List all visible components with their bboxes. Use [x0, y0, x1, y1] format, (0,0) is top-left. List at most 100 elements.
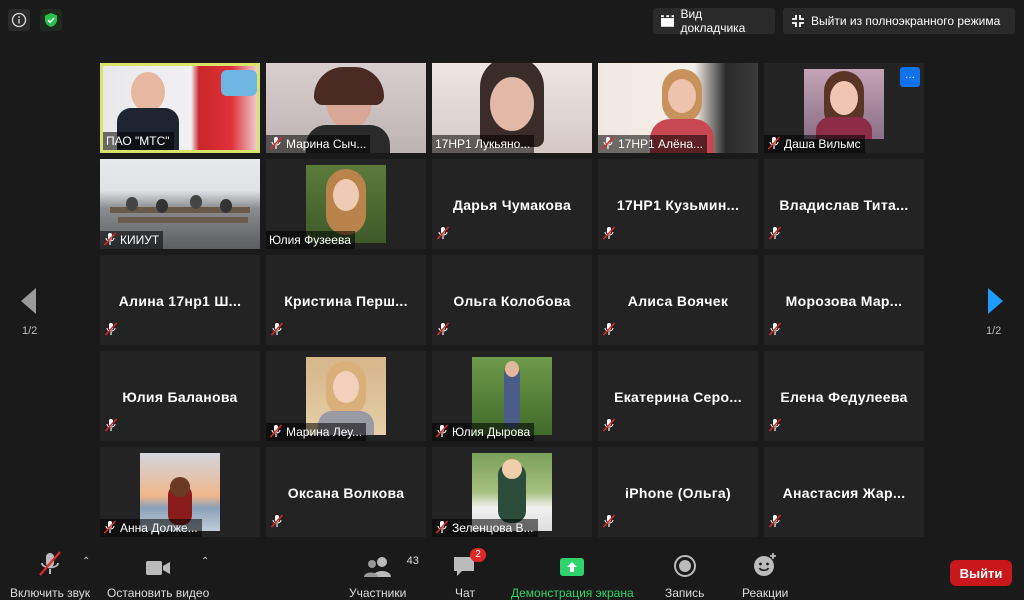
mic-muted-icon	[269, 135, 283, 153]
next-page-arrow-icon[interactable]	[986, 286, 1006, 316]
participant-tile[interactable]: Зеленцова В...	[432, 447, 592, 537]
mic-muted-icon	[436, 322, 450, 341]
participant-tile[interactable]: Алиса Воячек	[598, 255, 758, 345]
speaker-view-button[interactable]: Вид докладчика	[653, 7, 775, 35]
participant-tile[interactable]: Алина 17нр1 Ш...	[100, 255, 260, 345]
mic-muted-icon	[104, 418, 118, 437]
participant-tile[interactable]: Юлия Фузеева	[266, 159, 426, 249]
participant-name: Юлия Баланова	[122, 389, 238, 405]
participant-tile[interactable]: Ольга Колобова	[432, 255, 592, 345]
mic-muted-icon	[602, 514, 616, 533]
participant-name-label: Даша Вильмс	[764, 135, 865, 153]
participant-tile[interactable]: Владислав Тита...	[764, 159, 924, 249]
info-icon[interactable]	[8, 9, 30, 31]
mic-muted-icon	[103, 231, 117, 249]
mic-muted-icon	[768, 322, 782, 341]
page-indicator-right: 1/2	[986, 325, 1002, 337]
participant-name: Владислав Тита...	[779, 197, 909, 213]
reactions-button[interactable]: Реакции	[742, 550, 788, 600]
audio-options-chevron-up-icon[interactable]: ⌃	[82, 556, 90, 567]
mic-muted-icon	[436, 226, 450, 245]
reactions-label: Реакции	[742, 586, 789, 600]
participant-name: Юлия Фузеева	[269, 233, 351, 247]
participant-name: Марина Сыч...	[286, 137, 367, 151]
mic-muted-icon	[435, 519, 449, 537]
participant-name-label: Анна Долже...	[100, 519, 202, 537]
mic-muted-icon	[601, 135, 615, 153]
chat-button[interactable]: 2 Чат	[452, 548, 486, 600]
participant-tile[interactable]: Елена Федулеева	[764, 351, 924, 441]
muted-mic-icon	[37, 550, 63, 578]
participant-tile[interactable]: 17НР1 Кузьмин...	[598, 159, 758, 249]
participant-tile[interactable]: Екатерина Серо...	[598, 351, 758, 441]
exit-fullscreen-label: Выйти из полноэкранного режима	[811, 14, 1001, 28]
participant-name: ПАО "МТС"	[106, 134, 170, 148]
record-button[interactable]: Запись	[665, 550, 704, 600]
chat-bubble-icon: 2	[452, 548, 486, 578]
participant-tile[interactable]: КИИУТ	[100, 159, 260, 249]
more-options-icon[interactable]: ···	[900, 67, 920, 87]
mic-muted-icon	[270, 322, 284, 341]
prev-page-arrow-icon[interactable]	[18, 286, 38, 316]
participant-tile[interactable]: Дарья Чумакова	[432, 159, 592, 249]
video-camera-icon	[145, 550, 171, 578]
stop-video-button[interactable]: Остановить видео	[107, 550, 209, 600]
share-screen-icon	[559, 550, 585, 578]
mic-muted-icon	[768, 514, 782, 533]
participant-tile[interactable]: Даша Вильмс ···	[764, 63, 924, 153]
participant-tile[interactable]: Морозова Мар...	[764, 255, 924, 345]
record-label: Запись	[665, 586, 705, 600]
participants-count: 43	[406, 555, 419, 567]
participant-tile[interactable]: ПАО "МТС"	[100, 63, 260, 153]
bottom-toolbar: Включить звук ⌃ Остановить видео ⌃ 43 Уч…	[0, 542, 1024, 600]
participant-name: Екатерина Серо...	[614, 389, 742, 405]
stop-video-label: Остановить видео	[107, 586, 210, 600]
speaker-view-icon	[661, 15, 675, 27]
participant-tile[interactable]: Анна Долже...	[100, 447, 260, 537]
smiley-plus-icon	[752, 550, 778, 578]
mic-muted-icon	[104, 322, 118, 341]
participant-name: Алиса Воячек	[627, 293, 729, 309]
participant-name-label: КИИУТ	[100, 231, 164, 249]
exit-fullscreen-button[interactable]: Выйти из полноэкранного режима	[783, 8, 1015, 34]
participant-tile[interactable]: Анастасия Жар...	[764, 447, 924, 537]
participant-tile[interactable]: Марина Леу...	[266, 351, 426, 441]
participant-tile[interactable]: Юлия Баланова	[100, 351, 260, 441]
participant-name-label: 17НР1 Лукьяно...	[432, 135, 535, 153]
shield-icon[interactable]	[40, 9, 62, 31]
participant-name: 17НР1 Алёна...	[618, 137, 704, 151]
participant-name: Зеленцова В...	[452, 521, 534, 535]
unmute-button[interactable]: Включить звук	[10, 550, 90, 600]
video-options-chevron-up-icon[interactable]: ⌃	[201, 556, 209, 567]
participants-button[interactable]: 43 Участники	[349, 550, 419, 600]
chat-unread-badge: 2	[470, 548, 486, 562]
record-icon	[673, 550, 697, 578]
participant-tile[interactable]: Кристина Перш...	[266, 255, 426, 345]
participant-name: Даша Вильмс	[784, 137, 861, 151]
participant-name-label: ПАО "МТС"	[103, 132, 174, 150]
mic-muted-icon	[435, 423, 449, 441]
top-bar: Вид докладчика Выйти из полноэкранного р…	[0, 0, 1024, 40]
participant-tile[interactable]: Марина Сыч...	[266, 63, 426, 153]
participant-name-label: Марина Леу...	[266, 423, 367, 441]
participant-name-label: Юлия Дырова	[432, 423, 535, 441]
participant-tile[interactable]: Юлия Дырова	[432, 351, 592, 441]
mic-muted-icon	[768, 226, 782, 245]
participant-name: Ольга Колобова	[453, 293, 571, 309]
mic-muted-icon	[767, 135, 781, 153]
participant-name: Елена Федулеева	[780, 389, 908, 405]
chat-label: Чат	[455, 586, 475, 600]
mic-muted-icon	[270, 514, 284, 533]
participant-tile[interactable]: iPhone (Ольга)	[598, 447, 758, 537]
participant-tile[interactable]: Оксана Волкова	[266, 447, 426, 537]
leave-button[interactable]: Выйти	[950, 560, 1012, 586]
participant-tile[interactable]: 17НР1 Алёна...	[598, 63, 758, 153]
participant-name: Анна Долже...	[120, 521, 198, 535]
participant-tile[interactable]: 17НР1 Лукьяно...	[432, 63, 592, 153]
page-indicator-left: 1/2	[22, 325, 38, 337]
share-screen-button[interactable]: Демонстрация экрана	[511, 550, 634, 600]
participant-name: iPhone (Ольга)	[625, 485, 731, 501]
participants-icon: 43	[363, 550, 419, 578]
participants-label: Участники	[349, 586, 407, 600]
participant-name: КИИУТ	[120, 233, 160, 247]
